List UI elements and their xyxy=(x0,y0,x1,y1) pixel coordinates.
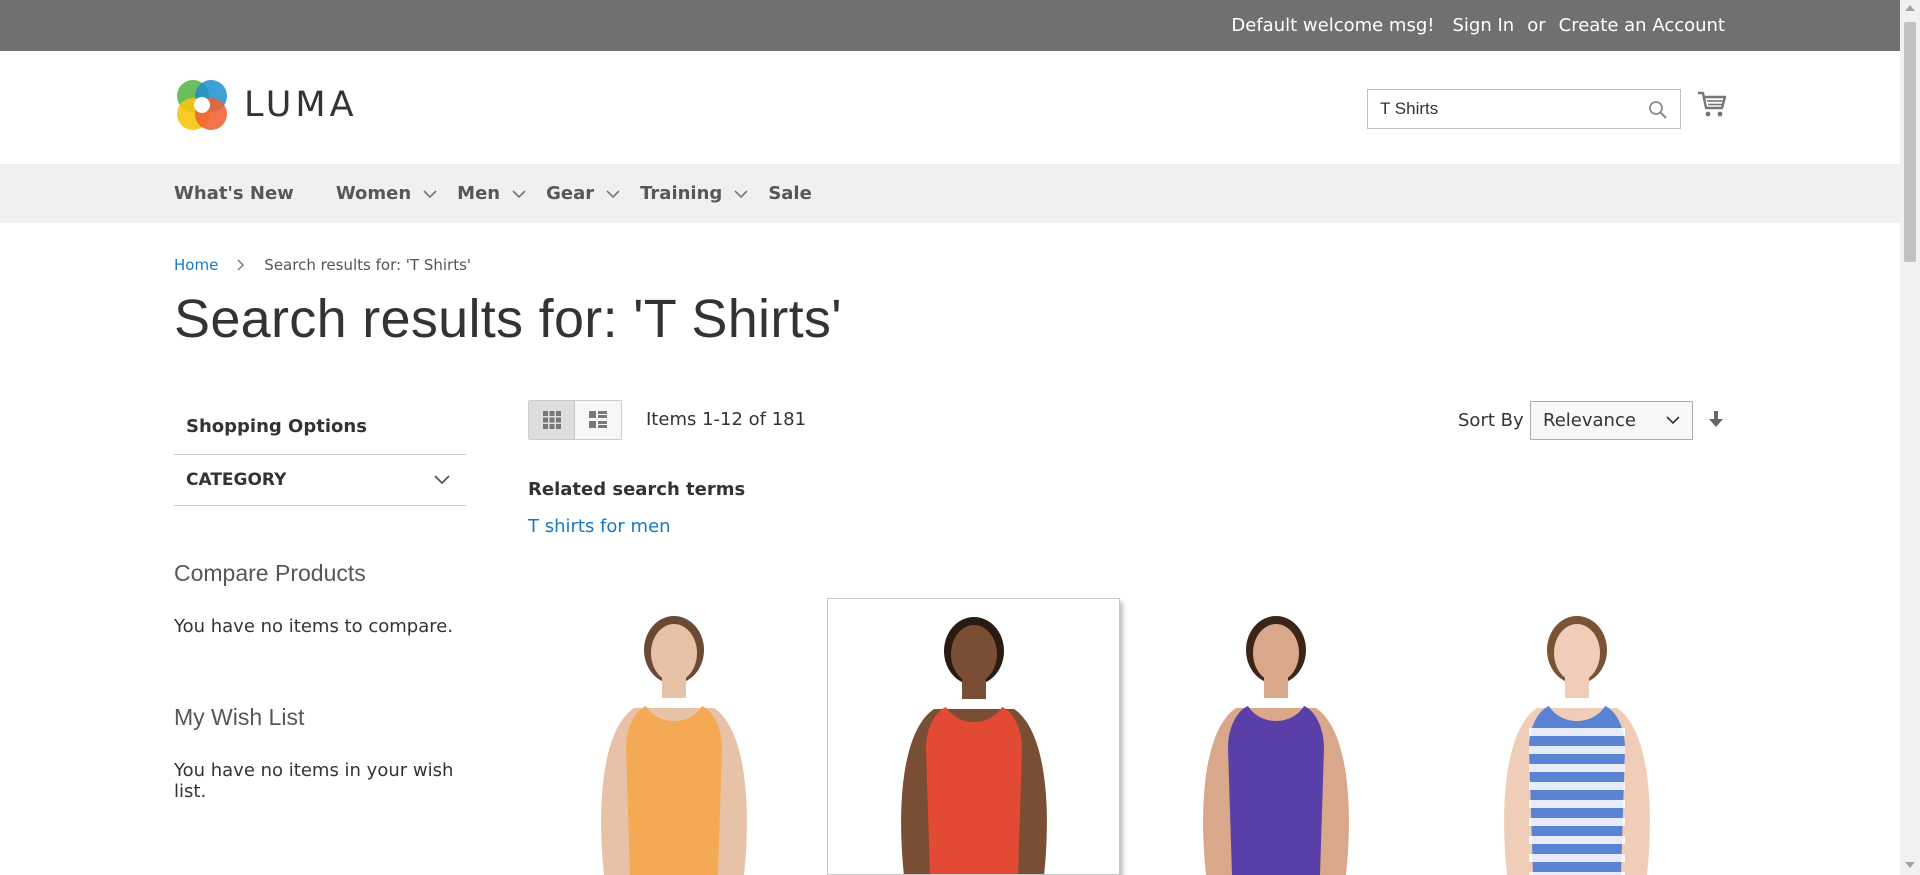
compare-products-empty: You have no items to compare. xyxy=(174,616,454,637)
scroll-down-arrow-icon[interactable] xyxy=(1905,862,1915,868)
list-view-button[interactable] xyxy=(575,401,621,439)
breadcrumb-current: Search results for: 'T Shirts' xyxy=(264,256,472,274)
sidebar: Shopping Options CATEGORY Compare Produc… xyxy=(174,398,466,802)
chevron-down-icon xyxy=(1666,416,1680,425)
nav-menu: What's New Women Men Gear Training Sale xyxy=(174,164,854,223)
compare-products-title: Compare Products xyxy=(174,560,366,586)
sort-by-label: Sort By xyxy=(1458,410,1524,431)
wishlist-title: My Wish List xyxy=(174,704,305,730)
luma-logo-icon xyxy=(177,80,227,130)
nav-item-label: What's New xyxy=(174,183,294,204)
product-image xyxy=(601,616,747,875)
main-navigation: What's New Women Men Gear Training Sale xyxy=(0,164,1900,223)
search-input[interactable] xyxy=(1368,90,1680,128)
related-search-terms-title: Related search terms xyxy=(528,479,746,500)
product-image xyxy=(901,617,1047,874)
nav-item-label: Women xyxy=(335,183,412,204)
product-item-2[interactable] xyxy=(1130,598,1423,875)
scrollbar-thumb[interactable] xyxy=(1904,22,1916,262)
nav-item-sale[interactable]: Sale xyxy=(768,183,812,204)
page-scrollbar[interactable] xyxy=(1900,0,1920,875)
logo-text: LUMA xyxy=(244,85,358,125)
header-links: Default welcome msg! Sign In or Create a… xyxy=(1231,0,1725,51)
nav-item-training[interactable]: Training xyxy=(640,183,748,204)
product-item-3[interactable] xyxy=(1431,598,1724,875)
nav-item-label: Gear xyxy=(546,183,595,204)
breadcrumb-home-link[interactable]: Home xyxy=(174,256,218,274)
nav-item-whats-new[interactable]: What's New xyxy=(174,183,294,204)
welcome-message: Default welcome msg! xyxy=(1231,15,1435,36)
view-mode-switcher xyxy=(528,400,622,440)
nav-item-label: Training xyxy=(640,183,723,204)
product-image xyxy=(1504,616,1650,875)
arrow-down-icon[interactable] xyxy=(1708,410,1724,428)
chevron-down-icon xyxy=(512,189,526,198)
category-filter-label: CATEGORY xyxy=(186,470,287,490)
page-title: Search results for: 'T Shirts' xyxy=(174,289,842,349)
shopping-options-title: Shopping Options xyxy=(174,398,466,455)
create-account-link[interactable]: Create an Account xyxy=(1559,15,1725,36)
cart-icon[interactable] xyxy=(1697,89,1727,119)
chevron-down-icon xyxy=(734,189,748,198)
grid-icon xyxy=(542,411,561,429)
sort-by-select[interactable]: Relevance xyxy=(1530,401,1693,440)
or-separator: or xyxy=(1527,15,1546,36)
list-icon xyxy=(589,411,607,428)
category-filter[interactable]: CATEGORY xyxy=(174,455,466,506)
sort-by-value: Relevance xyxy=(1543,410,1636,431)
nav-item-women[interactable]: Women xyxy=(336,183,437,204)
logo[interactable]: LUMA xyxy=(174,77,358,133)
nav-item-gear[interactable]: Gear xyxy=(546,183,620,204)
grid-view-button[interactable] xyxy=(529,401,575,439)
chevron-down-icon xyxy=(423,189,437,198)
product-item-0[interactable] xyxy=(528,598,821,875)
breadcrumb: Home Search results for: 'T Shirts' xyxy=(174,256,471,274)
page-header: LUMA xyxy=(0,51,1900,164)
nav-item-label: Sale xyxy=(768,183,812,204)
products-toolbar: Items 1-12 of 181 Sort By Relevance xyxy=(528,400,1728,442)
scroll-up-arrow-icon[interactable] xyxy=(1905,5,1915,11)
product-grid xyxy=(528,598,1728,875)
search-box xyxy=(1367,89,1681,129)
search-icon[interactable] xyxy=(1648,100,1668,120)
top-bar: Default welcome msg! Sign In or Create a… xyxy=(0,0,1900,51)
related-search-term-link[interactable]: T shirts for men xyxy=(528,516,671,537)
product-image xyxy=(1203,616,1349,875)
wishlist-empty: You have no items in your wish list. xyxy=(174,760,454,802)
nav-item-label: Men xyxy=(457,183,501,204)
product-item-1[interactable] xyxy=(827,598,1120,875)
items-count: Items 1-12 of 181 xyxy=(646,409,807,430)
sign-in-link[interactable]: Sign In xyxy=(1453,15,1515,36)
chevron-down-icon xyxy=(606,189,620,198)
chevron-down-icon xyxy=(434,475,450,485)
chevron-right-icon xyxy=(237,259,245,271)
nav-item-men[interactable]: Men xyxy=(457,183,526,204)
